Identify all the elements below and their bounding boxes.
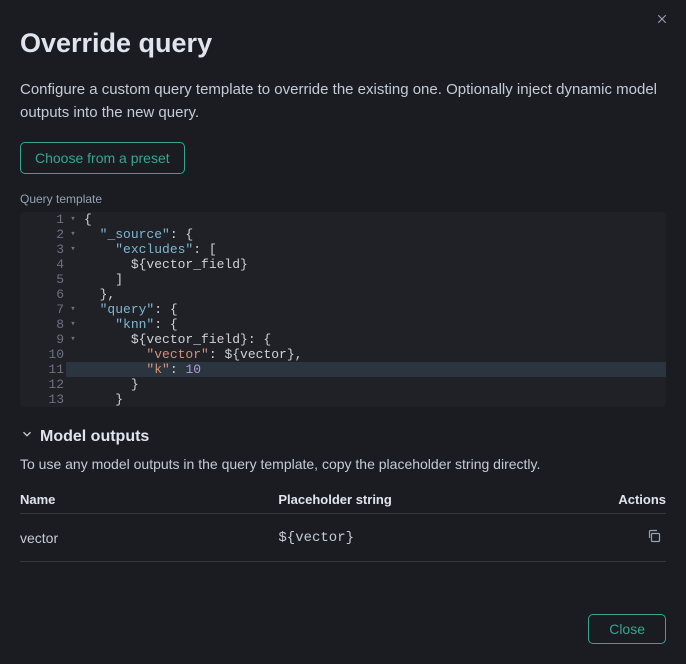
code-content: {: [80, 212, 666, 227]
code-content: ${vector_field}: [80, 257, 666, 272]
fold-icon[interactable]: ▾: [66, 302, 80, 317]
editor-line[interactable]: 2▾ "_source": {: [20, 227, 666, 242]
editor-label: Query template: [20, 192, 666, 206]
line-number: 8: [20, 317, 66, 332]
editor-line[interactable]: 10 "vector": ${vector},: [20, 347, 666, 362]
line-number: 9: [20, 332, 66, 347]
line-number: 6: [20, 287, 66, 302]
fold-icon: [66, 272, 80, 287]
editor-line[interactable]: 11 "k": 10: [20, 362, 666, 377]
line-number: 12: [20, 377, 66, 392]
table-row: vector${vector}: [20, 514, 666, 562]
output-name: vector: [20, 514, 278, 562]
fold-icon: [66, 362, 80, 377]
fold-icon: [66, 257, 80, 272]
query-template-editor[interactable]: 1▾{2▾ "_source": {3▾ "excludes": [4 ${ve…: [20, 212, 666, 407]
output-actions: [606, 514, 666, 562]
line-number: 7: [20, 302, 66, 317]
fold-icon[interactable]: ▾: [66, 317, 80, 332]
col-actions: Actions: [606, 486, 666, 514]
col-name: Name: [20, 486, 278, 514]
code-content: "_source": {: [80, 227, 666, 242]
copy-icon: [646, 532, 662, 547]
fold-icon[interactable]: ▾: [66, 212, 80, 227]
dialog-title: Override query: [20, 28, 666, 59]
line-number: 10: [20, 347, 66, 362]
code-content: "knn": {: [80, 317, 666, 332]
code-content: },: [80, 287, 666, 302]
line-number: 2: [20, 227, 66, 242]
copy-button[interactable]: [642, 524, 666, 551]
model-outputs-description: To use any model outputs in the query te…: [20, 456, 666, 472]
output-placeholder: ${vector}: [278, 514, 606, 562]
fold-icon: [66, 377, 80, 392]
line-number: 1: [20, 212, 66, 227]
line-number: 5: [20, 272, 66, 287]
line-number: 13: [20, 392, 66, 407]
code-content: "vector": ${vector},: [80, 347, 666, 362]
fold-icon: [66, 392, 80, 407]
col-placeholder: Placeholder string: [278, 486, 606, 514]
line-number: 3: [20, 242, 66, 257]
chevron-down-icon: [20, 427, 34, 446]
close-icon[interactable]: [656, 12, 672, 28]
editor-line[interactable]: 7▾ "query": {: [20, 302, 666, 317]
choose-preset-button[interactable]: Choose from a preset: [20, 142, 185, 174]
line-number: 4: [20, 257, 66, 272]
editor-line[interactable]: 4 ${vector_field}: [20, 257, 666, 272]
code-content: ]: [80, 272, 666, 287]
model-outputs-table: Name Placeholder string Actions vector${…: [20, 486, 666, 562]
dialog-description: Configure a custom query template to ove…: [20, 79, 666, 124]
editor-line[interactable]: 8▾ "knn": {: [20, 317, 666, 332]
editor-line[interactable]: 9▾ ${vector_field}: {: [20, 332, 666, 347]
editor-line[interactable]: 3▾ "excludes": [: [20, 242, 666, 257]
fold-icon: [66, 347, 80, 362]
model-outputs-toggle[interactable]: Model outputs: [20, 427, 666, 446]
fold-icon[interactable]: ▾: [66, 227, 80, 242]
line-number: 11: [20, 362, 66, 377]
editor-line[interactable]: 6 },: [20, 287, 666, 302]
fold-icon[interactable]: ▾: [66, 332, 80, 347]
code-content: }: [80, 377, 666, 392]
editor-line[interactable]: 13 }: [20, 392, 666, 407]
code-content: "excludes": [: [80, 242, 666, 257]
model-outputs-title: Model outputs: [40, 428, 149, 446]
editor-line[interactable]: 12 }: [20, 377, 666, 392]
fold-icon: [66, 287, 80, 302]
fold-icon[interactable]: ▾: [66, 242, 80, 257]
code-content: "query": {: [80, 302, 666, 317]
code-content: "k": 10: [80, 362, 666, 377]
editor-line[interactable]: 1▾{: [20, 212, 666, 227]
editor-line[interactable]: 5 ]: [20, 272, 666, 287]
code-content: ${vector_field}: {: [80, 332, 666, 347]
code-content: }: [80, 392, 666, 407]
close-button[interactable]: Close: [588, 614, 666, 644]
